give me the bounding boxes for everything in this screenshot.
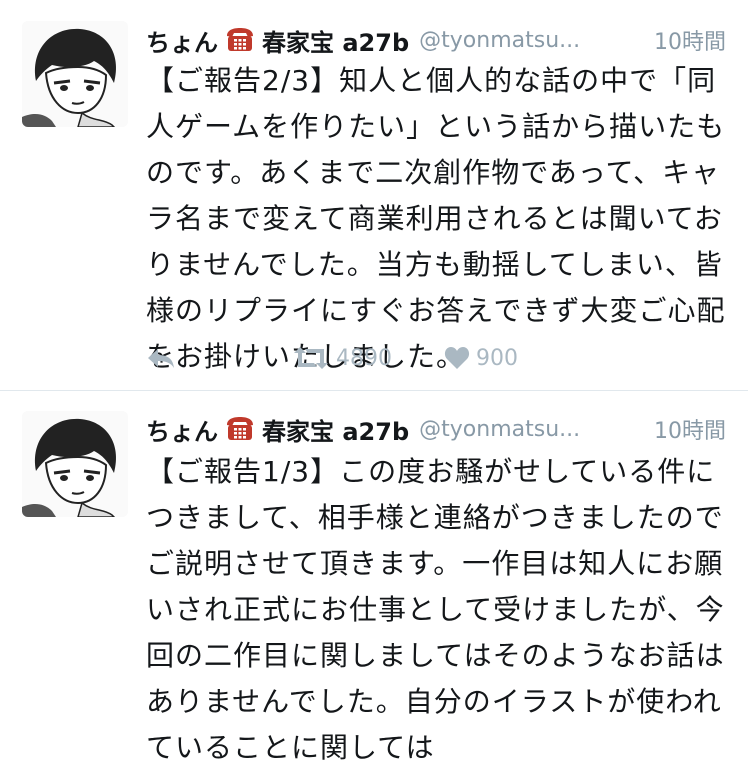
avatar[interactable] [22,21,128,127]
tweet-actions: 4890 900 [146,340,518,376]
display-name: ちょん [146,28,218,57]
reply-icon [148,349,174,368]
avatar[interactable] [22,411,128,517]
tweet-text: 【ご報告1/3】この度お騒がせしている件につきまして、相手様と連絡がつきましたの… [146,455,725,764]
like-count: 900 [476,345,518,371]
heart-icon [444,347,470,369]
author-name[interactable]: ちょん 春家宝 a27b [146,23,409,58]
telephone-icon [226,416,254,442]
tweet[interactable]: ちょん 春家宝 a27b @tyonmatsu... 10時間 [0,391,748,764]
timestamp[interactable]: 10時間 [654,413,726,445]
like-button[interactable]: 900 [444,346,518,371]
avatar-illustration [22,21,128,127]
user-handle[interactable]: @tyonmatsu... [419,417,580,442]
author-name[interactable]: ちょん 春家宝 a27b [146,412,409,447]
timestamp[interactable]: 10時間 [654,24,726,56]
timeline: ちょん 春家宝 a27b @tyonmatsu... 10時間 【ご報告2/3】… [0,0,748,764]
display-name: ちょん [146,417,218,446]
tweet-text: 【ご報告2/3】知人と個人的な話の中で「同人ゲームを作りたい」という話から描いた… [146,64,726,373]
name-suffix: 春家宝 a27b [262,28,410,57]
tweet-header: ちょん 春家宝 a27b @tyonmatsu... 10時間 [146,18,726,62]
name-suffix: 春家宝 a27b [262,417,410,446]
avatar-illustration [22,411,128,517]
user-handle[interactable]: @tyonmatsu... [419,28,580,53]
tweet-header: ちょん 春家宝 a27b @tyonmatsu... 10時間 [146,407,726,451]
retweet-button[interactable]: 4890 [292,346,392,371]
telephone-icon [226,27,254,53]
tweet[interactable]: ちょん 春家宝 a27b @tyonmatsu... 10時間 [0,0,748,390]
retweet-count: 4890 [336,345,392,371]
reply-button[interactable] [146,347,180,369]
retweet-icon [294,347,328,369]
